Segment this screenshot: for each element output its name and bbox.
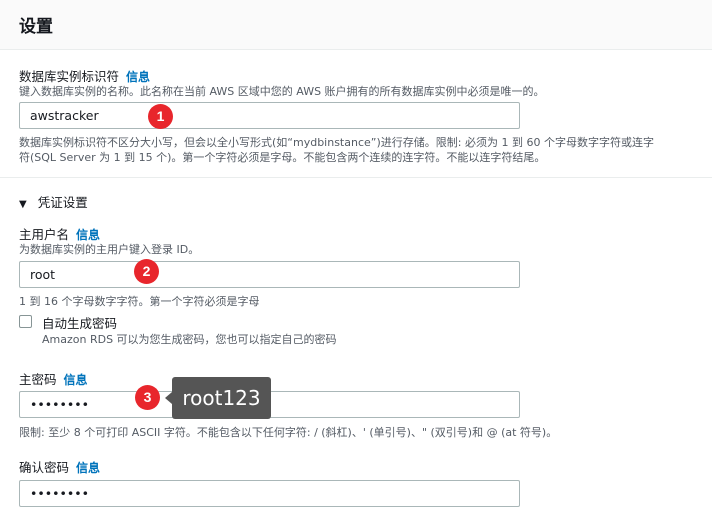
step-badge-3: 3 xyxy=(135,385,160,410)
confirm-password-info-link[interactable]: 信息 xyxy=(76,461,100,475)
master-password-info-link[interactable]: 信息 xyxy=(64,373,88,387)
step-badge-2: 2 xyxy=(134,259,159,284)
settings-header: 设置 xyxy=(0,0,712,50)
master-username-hint: 为数据库实例的主用户键入登录 ID。 xyxy=(19,243,200,256)
section-divider xyxy=(0,177,712,178)
tooltip-arrow xyxy=(165,392,172,404)
confirm-password-label-row: 确认密码 信息 xyxy=(19,457,100,476)
master-password-label-row: 主密码 信息 xyxy=(19,369,88,388)
auto-generate-password-label: 自动生成密码 xyxy=(42,316,118,331)
db-identifier-hint: 键入数据库实例的名称。此名称在当前 AWS 区域中您的 AWS 账户拥有的所有数… xyxy=(19,85,545,98)
master-password-label: 主密码 xyxy=(19,372,57,387)
master-password-constraint: 限制: 至少 8 个可打印 ASCII 字符。不能包含以下任何字符: / (斜杠… xyxy=(19,426,558,439)
master-username-constraint: 1 到 16 个字母数字字符。第一个字符必须是字母 xyxy=(19,295,260,308)
auto-generate-password-checkbox[interactable] xyxy=(19,315,32,328)
step-badge-1: 1 xyxy=(148,104,173,129)
master-username-input[interactable]: root xyxy=(19,261,520,288)
confirm-password-input[interactable]: •••••••• xyxy=(19,480,520,507)
credentials-section-toggle[interactable]: ▼ 凭证设置 xyxy=(19,192,88,211)
db-identifier-label: 数据库实例标识符 xyxy=(19,69,120,84)
master-username-info-link[interactable]: 信息 xyxy=(76,228,100,242)
auto-generate-password-hint: Amazon RDS 可以为您生成密码，您也可以指定自己的密码 xyxy=(42,333,337,346)
db-identifier-constraint-line1: 数据库实例标识符不区分大小写，但会以全小写形式(如“mydbinstance”)… xyxy=(19,136,654,149)
caret-down-icon: ▼ xyxy=(19,199,27,210)
confirm-password-label: 确认密码 xyxy=(19,460,70,475)
password-tooltip: root123 xyxy=(172,377,271,419)
db-identifier-info-link[interactable]: 信息 xyxy=(126,70,150,84)
db-identifier-input[interactable]: awstracker xyxy=(19,102,520,129)
credentials-section-title: 凭证设置 xyxy=(37,195,88,210)
db-identifier-constraint-line2: 符(SQL Server 为 1 到 15 个)。第一个字符必须是字母。不能包含… xyxy=(19,151,546,164)
master-username-label: 主用户名 xyxy=(19,227,70,242)
page-title: 设置 xyxy=(19,17,53,37)
